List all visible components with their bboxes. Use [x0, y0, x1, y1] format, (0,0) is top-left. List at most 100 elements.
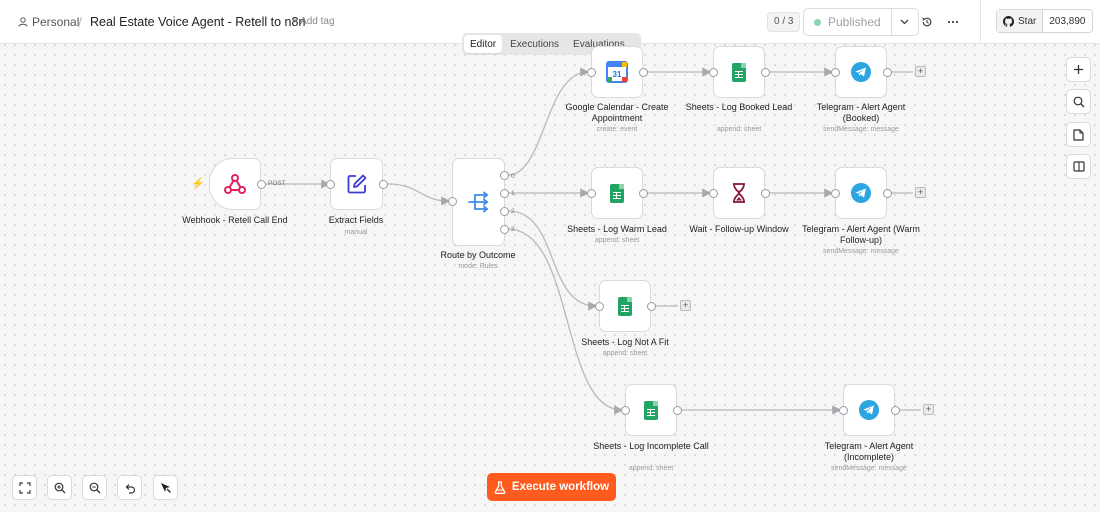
google-sheets-icon	[610, 183, 624, 203]
node-subtitle: append: sheet	[594, 237, 640, 244]
node-subtitle: manual	[344, 229, 368, 236]
input-port[interactable]	[326, 180, 335, 189]
output-port[interactable]	[761, 189, 770, 198]
output-port[interactable]	[647, 302, 656, 311]
node-sheets-warm[interactable]	[591, 167, 643, 219]
node-label: Telegram - Alert Agent (Warm Follow-up)	[802, 224, 920, 245]
node-sheets-incomplete[interactable]	[625, 384, 677, 436]
node-label: Wait - Follow-up Window	[689, 224, 789, 234]
flask-icon	[494, 480, 506, 494]
add-node-button[interactable]: +	[680, 300, 691, 311]
output-port[interactable]	[883, 68, 892, 77]
input-port[interactable]	[595, 302, 604, 311]
node-label: Extract Fields	[328, 215, 384, 225]
input-port[interactable]	[831, 68, 840, 77]
telegram-icon	[851, 62, 871, 82]
add-node-button[interactable]: +	[915, 187, 926, 198]
add-node-panel-button[interactable]	[1066, 57, 1091, 82]
output-port-3[interactable]	[500, 225, 509, 234]
switch-router-icon	[467, 191, 488, 213]
node-label: Sheets - Log Booked Lead	[685, 102, 793, 112]
zoom-out-button[interactable]	[82, 475, 107, 500]
input-port[interactable]	[587, 68, 596, 77]
node-subtitle: append: sheet	[602, 350, 648, 357]
execute-workflow-label: Execute workflow	[511, 481, 610, 493]
node-extract-fields[interactable]	[330, 158, 383, 210]
node-telegram-incomplete[interactable]	[843, 384, 895, 436]
node-telegram-warm[interactable]	[835, 167, 887, 219]
add-node-button[interactable]: +	[923, 404, 934, 415]
node-label: Webhook - Retell Call End	[182, 215, 288, 225]
webhook-icon	[224, 174, 246, 194]
output-port[interactable]	[639, 189, 648, 198]
node-label: Sheets - Log Incomplete Call	[593, 441, 709, 451]
hourglass-icon	[733, 183, 745, 203]
edge-method-label: POST	[268, 180, 286, 187]
output-port[interactable]	[257, 180, 266, 189]
output-port[interactable]	[639, 68, 648, 77]
search-nodes-button[interactable]	[1066, 89, 1091, 114]
output-port-0[interactable]	[500, 171, 509, 180]
output-port[interactable]	[673, 406, 682, 415]
search-icon	[1073, 96, 1084, 107]
telegram-icon	[851, 183, 871, 203]
edge-extract-router[interactable]	[387, 183, 451, 206]
node-subtitle: append: sheet	[716, 126, 762, 133]
trigger-bolt-icon: ⚡	[191, 178, 205, 190]
node-label: Route by Outcome	[440, 250, 516, 260]
node-google-calendar[interactable]: 31	[591, 46, 643, 98]
node-wait[interactable]	[713, 167, 765, 219]
zoom-in-icon	[54, 482, 65, 493]
toggle-panel-button[interactable]	[1066, 154, 1091, 179]
node-label: Telegram - Alert Agent (Booked)	[816, 102, 906, 123]
undo-icon	[125, 483, 135, 494]
node-webhook[interactable]	[209, 158, 261, 210]
undo-button[interactable]	[117, 475, 142, 500]
node-sheets-booked[interactable]	[713, 46, 765, 98]
node-telegram-booked[interactable]	[835, 46, 887, 98]
sticky-note-button[interactable]	[1066, 122, 1091, 147]
zoom-in-button[interactable]	[47, 475, 72, 500]
zoom-out-icon	[89, 482, 100, 493]
connection-layer	[266, 67, 921, 415]
input-port[interactable]	[621, 406, 630, 415]
output-label: 2	[511, 208, 515, 215]
sticky-note-icon	[1073, 128, 1084, 141]
input-port[interactable]	[587, 189, 596, 198]
output-port-1[interactable]	[500, 189, 509, 198]
node-subtitle: sendMessage: message	[823, 248, 899, 255]
add-node-button[interactable]: +	[915, 66, 926, 77]
fullscreen-icon	[18, 481, 31, 494]
edit-pencil-icon	[347, 174, 366, 194]
selection-mode-button[interactable]	[153, 475, 178, 500]
google-sheets-icon	[732, 62, 746, 82]
node-label: Sheets - Log Not A Fit	[581, 337, 669, 347]
node-route-by-outcome[interactable]	[452, 158, 505, 246]
node-label: Google Calendar - Create Appointment	[565, 102, 669, 123]
node-subtitle: mode: Rules	[458, 263, 498, 270]
input-port[interactable]	[831, 189, 840, 198]
node-sheets-not-fit[interactable]	[599, 280, 651, 332]
fit-view-button[interactable]	[12, 475, 37, 500]
input-port[interactable]	[709, 68, 718, 77]
output-port[interactable]	[761, 68, 770, 77]
input-port[interactable]	[839, 406, 848, 415]
execute-workflow-button[interactable]: Execute workflow	[487, 473, 616, 501]
input-port[interactable]	[448, 197, 457, 206]
output-port[interactable]	[891, 406, 900, 415]
calendar-day-text: 31	[613, 70, 622, 79]
google-sheets-icon	[618, 296, 632, 316]
output-label: 1	[511, 190, 515, 197]
node-label: Telegram - Alert Agent (Incomplete)	[824, 441, 914, 462]
output-port-2[interactable]	[500, 207, 509, 216]
telegram-icon	[859, 400, 879, 420]
output-port[interactable]	[379, 180, 388, 189]
input-port[interactable]	[709, 189, 718, 198]
node-subtitle: sendMessage: message	[823, 126, 899, 133]
output-label: 3	[511, 226, 515, 233]
node-subtitle: append: sheet	[628, 465, 674, 472]
output-label: 0	[511, 173, 515, 180]
node-label: Sheets - Log Warm Lead	[567, 224, 667, 234]
output-port[interactable]	[883, 189, 892, 198]
google-calendar-icon: 31	[606, 61, 628, 83]
